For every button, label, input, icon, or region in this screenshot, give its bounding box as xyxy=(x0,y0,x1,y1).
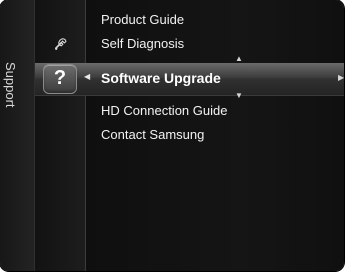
support-tab-label: Support xyxy=(3,62,18,108)
menu-item-software-upgrade[interactable]: Software Upgrade xyxy=(101,71,221,85)
support-menu-panel: Support ? ◀ ▶ ▲ ▼ Product Guide Self Dia… xyxy=(0,0,344,271)
wrench-icon xyxy=(55,38,67,50)
help-icon-glyph: ? xyxy=(53,67,67,89)
menu-item-contact-samsung[interactable]: Contact Samsung xyxy=(101,128,204,142)
menu-item-product-guide[interactable]: Product Guide xyxy=(101,13,184,27)
tv-menu-screen: Support ? ◀ ▶ ▲ ▼ Product Guide Self Dia… xyxy=(0,0,346,273)
menu-item-hd-connection-guide[interactable]: HD Connection Guide xyxy=(101,104,227,118)
help-icon: ? xyxy=(43,64,77,94)
down-arrow-icon: ▼ xyxy=(235,91,243,100)
menu-item-self-diagnosis[interactable]: Self Diagnosis xyxy=(101,37,184,51)
right-arrow-icon: ▶ xyxy=(338,73,344,82)
left-arrow-icon: ◀ xyxy=(84,72,91,81)
support-tab[interactable]: Support xyxy=(0,0,35,271)
up-arrow-icon: ▲ xyxy=(235,54,243,63)
